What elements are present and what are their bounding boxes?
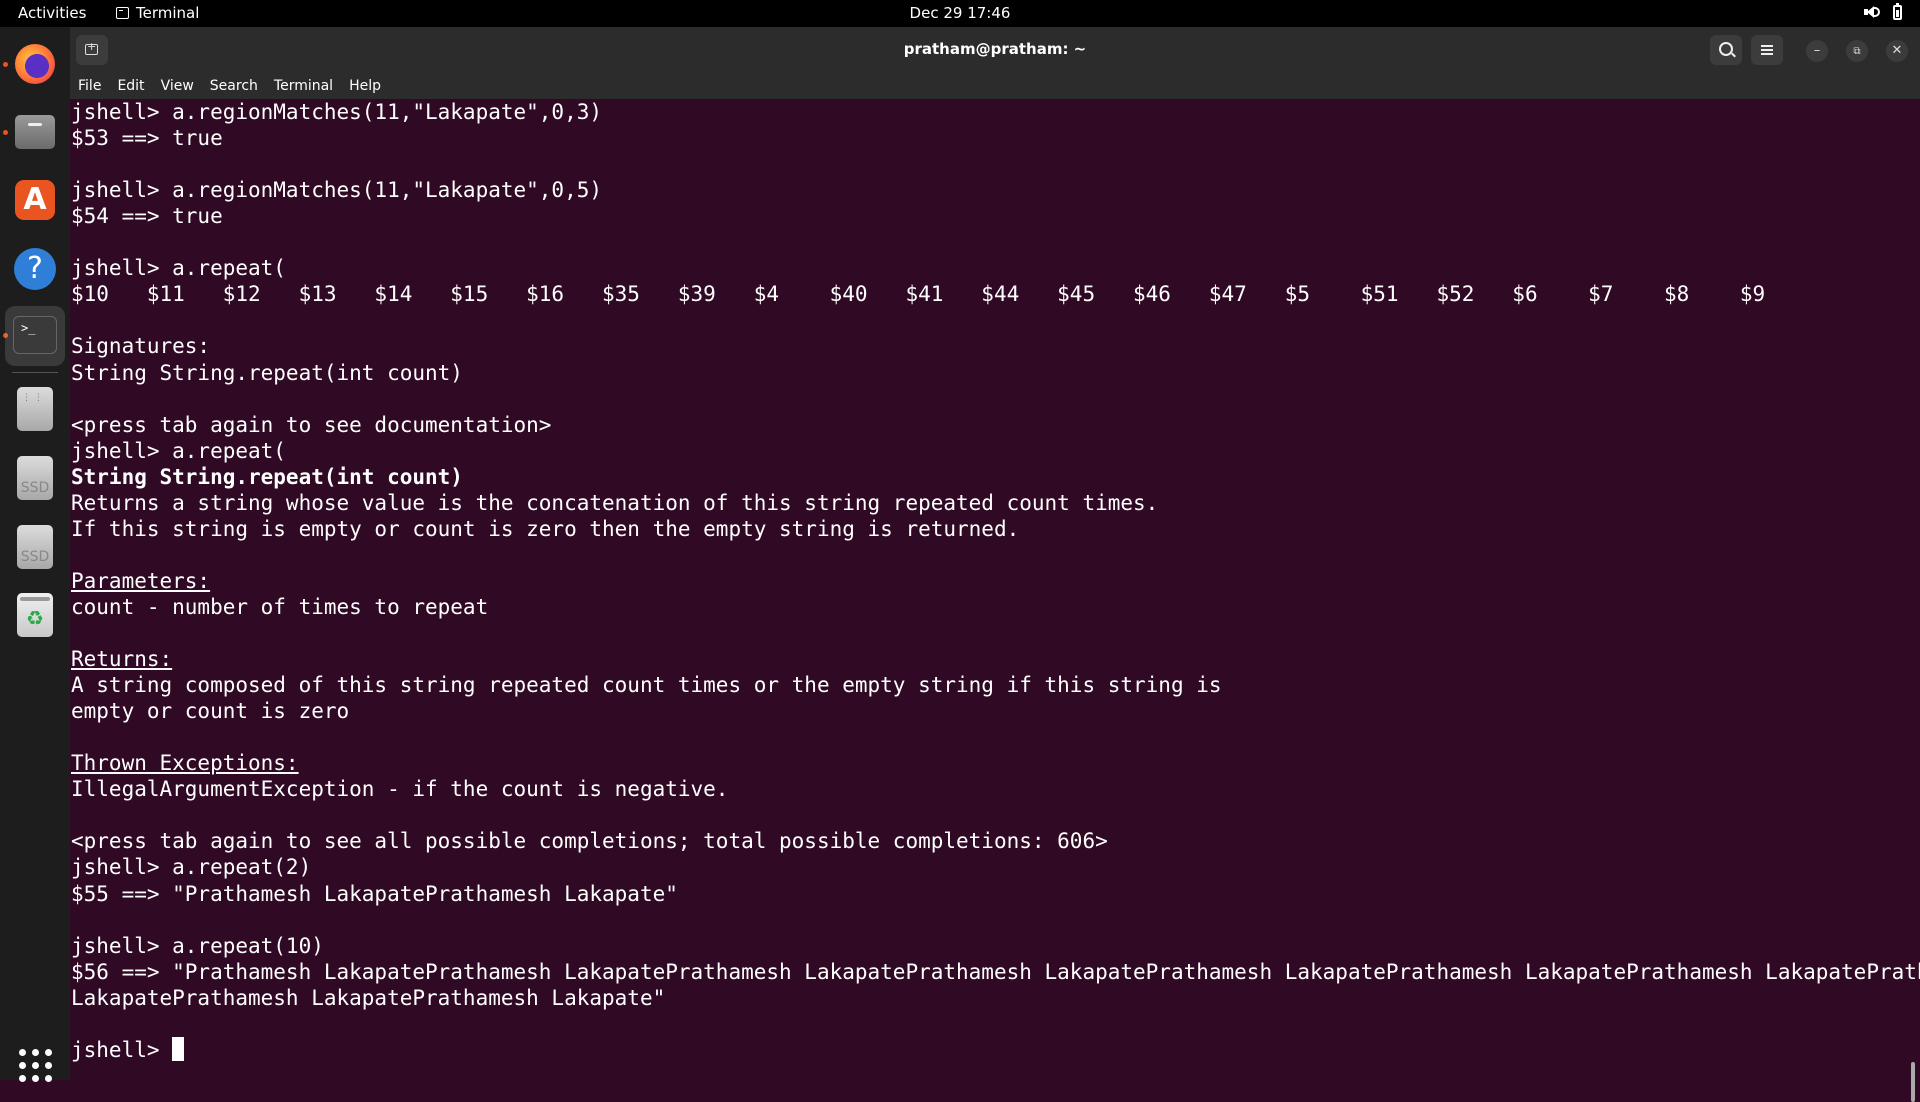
top-bar: Activities Terminal Dec 29 17:46 bbox=[0, 0, 1920, 27]
running-indicator bbox=[3, 62, 8, 67]
ssd-icon: SSD bbox=[17, 525, 53, 569]
hamburger-icon bbox=[1761, 45, 1773, 47]
terminal-line: jshell> a.repeat(2) bbox=[71, 855, 312, 879]
menu-edit[interactable]: Edit bbox=[109, 73, 152, 99]
menu-button[interactable] bbox=[1751, 35, 1783, 65]
trash-icon: ♻ bbox=[17, 593, 53, 637]
terminal-line: $53 ==> true bbox=[71, 126, 223, 150]
search-button[interactable] bbox=[1710, 35, 1742, 65]
terminal-line: IllegalArgumentException - if the count … bbox=[71, 777, 729, 801]
window-title: pratham@pratham: ~ bbox=[903, 40, 1087, 58]
terminal-line: count - number of times to repeat bbox=[71, 595, 489, 619]
running-indicator bbox=[3, 130, 8, 135]
search-icon bbox=[1719, 42, 1733, 56]
terminal-line: Signatures: bbox=[71, 334, 211, 358]
ssd-launcher[interactable]: SSD bbox=[11, 522, 59, 570]
firefox-launcher[interactable] bbox=[11, 40, 59, 88]
minimize-icon: – bbox=[1813, 43, 1821, 58]
menu-terminal[interactable]: Terminal bbox=[266, 73, 341, 99]
scrollbar[interactable] bbox=[1911, 1062, 1915, 1102]
restore-button[interactable]: ⧉ bbox=[1846, 40, 1868, 62]
terminal-line: empty or count is zero bbox=[71, 699, 350, 723]
text-cursor bbox=[172, 1037, 185, 1061]
terminal-line: A string composed of this string repeate… bbox=[71, 673, 1222, 697]
files-icon bbox=[15, 115, 55, 149]
menu-file[interactable]: File bbox=[70, 73, 109, 99]
clock[interactable]: Dec 29 17:46 bbox=[0, 4, 1920, 22]
terminal-line: jshell> a.regionMatches(11,"Lakapate",0,… bbox=[71, 100, 603, 124]
terminal-line: $56 ==> "Prathamesh LakapatePrathamesh L… bbox=[71, 960, 1920, 984]
terminal-line: jshell> a.regionMatches(11,"Lakapate",0,… bbox=[71, 178, 603, 202]
terminal-line: If this string is empty or count is zero… bbox=[71, 517, 1020, 541]
close-button[interactable]: ✕ bbox=[1886, 40, 1908, 62]
menu-help[interactable]: Help bbox=[341, 73, 389, 99]
terminal-line: $55 ==> "Prathamesh LakapatePrathamesh L… bbox=[71, 882, 678, 906]
drive-launcher[interactable] bbox=[11, 384, 59, 432]
restore-icon: ⧉ bbox=[1853, 46, 1861, 57]
dock: A ? >_ SSD SSD ♻ bbox=[0, 27, 70, 1082]
terminal-line: jshell> a.repeat( bbox=[71, 439, 286, 463]
battery-icon[interactable] bbox=[1893, 2, 1902, 20]
menu-bar: File Edit View Search Terminal Help bbox=[70, 73, 1920, 99]
terminal-line: LakapatePrathamesh LakapatePrathamesh La… bbox=[71, 986, 666, 1010]
dock-separator bbox=[12, 372, 58, 373]
menu-view[interactable]: View bbox=[153, 73, 202, 99]
title-bar[interactable]: pratham@pratham: ~ – ⧉ ✕ bbox=[70, 27, 1920, 73]
terminal-line: Returns a string whose value is the conc… bbox=[71, 491, 1159, 515]
volume-icon[interactable] bbox=[1863, 4, 1880, 20]
terminal-line: Returns: bbox=[71, 647, 173, 671]
terminal-line: $54 ==> true bbox=[71, 204, 223, 228]
ssd-icon: SSD bbox=[17, 456, 53, 500]
firefox-icon bbox=[15, 44, 55, 84]
close-icon: ✕ bbox=[1891, 43, 1903, 58]
terminal-line: jshell> a.repeat( bbox=[71, 256, 286, 280]
terminal-icon: >_ bbox=[13, 316, 57, 354]
terminal-output[interactable]: jshell> a.regionMatches(11,"Lakapate",0,… bbox=[70, 99, 1920, 1080]
help-icon: ? bbox=[14, 248, 56, 290]
ssd-label: SSD bbox=[20, 549, 50, 565]
terminal-line: $10 $11 $12 $13 $14 $15 $16 $35 $39 $4 $… bbox=[71, 282, 1766, 306]
software-launcher[interactable]: A bbox=[11, 176, 59, 224]
trash-launcher[interactable]: ♻ bbox=[11, 591, 59, 639]
terminal-line: String String.repeat(int count) bbox=[71, 465, 463, 489]
terminal-line: jshell> a.repeat(10) bbox=[71, 934, 324, 958]
menu-search[interactable]: Search bbox=[202, 73, 266, 99]
terminal-line: <press tab again to see all possible com… bbox=[71, 829, 1108, 853]
terminal-line: Parameters: bbox=[71, 569, 211, 593]
terminal-prompt: jshell> bbox=[71, 1037, 185, 1063]
minimize-button[interactable]: – bbox=[1806, 40, 1828, 62]
terminal-window: pratham@pratham: ~ – ⧉ ✕ File Edit View … bbox=[70, 27, 1920, 1102]
help-launcher[interactable]: ? bbox=[11, 245, 59, 293]
terminal-line: String String.repeat(int count) bbox=[71, 361, 463, 385]
show-applications-icon[interactable] bbox=[19, 1049, 52, 1082]
terminal-launcher[interactable]: >_ bbox=[5, 306, 65, 366]
ssd-launcher[interactable]: SSD bbox=[11, 453, 59, 501]
terminal-line: Thrown Exceptions: bbox=[71, 751, 299, 775]
software-store-icon: A bbox=[15, 180, 55, 220]
drive-icon bbox=[17, 387, 53, 431]
files-launcher[interactable] bbox=[11, 107, 59, 155]
terminal-line: <press tab again to see documentation> bbox=[71, 413, 552, 437]
system-tray[interactable] bbox=[1863, 2, 1902, 20]
ssd-label: SSD bbox=[20, 480, 50, 496]
